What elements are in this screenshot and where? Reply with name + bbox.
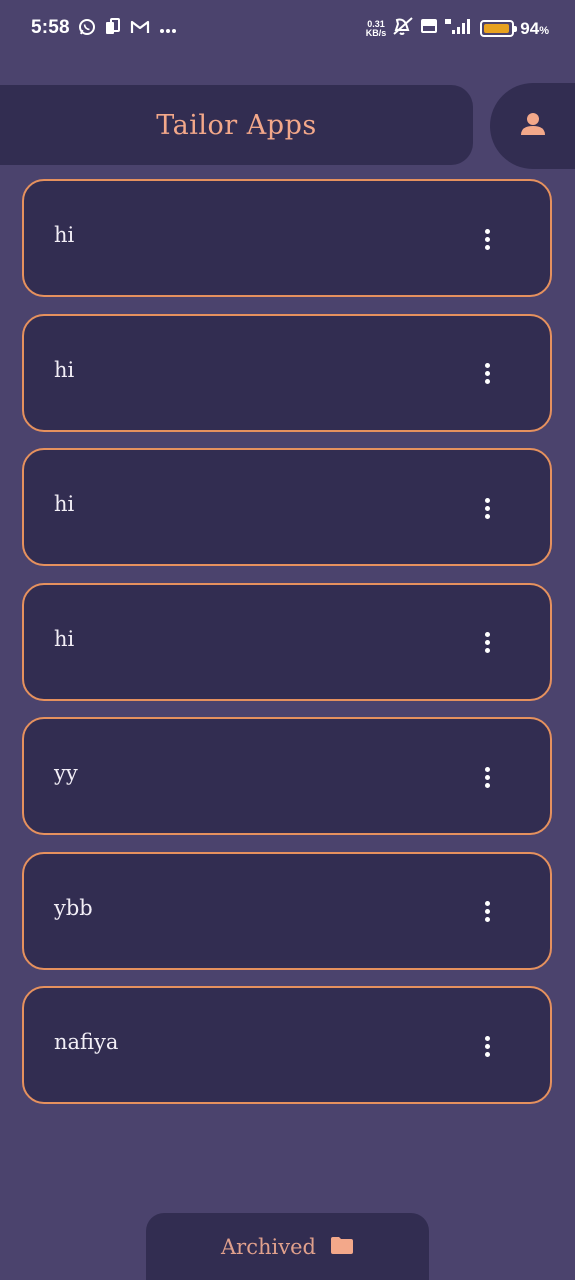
more-vertical-icon[interactable] — [476, 1030, 498, 1062]
more-vertical-icon[interactable] — [476, 627, 498, 659]
menu-dot — [484, 1051, 490, 1057]
menu-dot — [484, 632, 490, 637]
menu-dot — [484, 648, 490, 653]
status-bar: 5:58 0.31 KB/s 94% — [0, 0, 575, 58]
menu-dot — [484, 228, 490, 234]
list-item-label: nafiya — [54, 1030, 119, 1054]
battery-level-fill — [484, 24, 509, 33]
screen: 5:58 0.31 KB/s 94% Tailor Apps hi hi hi … — [0, 0, 575, 1280]
menu-dot — [484, 1043, 490, 1049]
sim-card-icon — [105, 18, 121, 41]
more-vertical-icon[interactable] — [476, 896, 498, 928]
battery-icon — [480, 20, 518, 37]
list-item[interactable]: hi — [22, 448, 552, 566]
net-speed: 0.31 KB/s — [365, 19, 387, 38]
status-time: 5:58 — [31, 17, 70, 38]
person-icon — [520, 111, 546, 141]
net-speed-unit: KB/s — [365, 27, 387, 38]
app-title: Tailor Apps — [156, 109, 317, 141]
more-vertical-icon[interactable] — [476, 492, 498, 524]
menu-dot — [484, 782, 490, 788]
list-item[interactable]: yy — [22, 717, 552, 835]
menu-dot — [484, 909, 490, 914]
list-item[interactable]: hi — [22, 313, 552, 432]
menu-dot — [484, 505, 490, 511]
app-header: Tailor Apps — [0, 85, 473, 165]
list-item[interactable]: hi — [22, 179, 552, 297]
profile-button[interactable] — [490, 83, 575, 169]
system-status: 0.31 KB/s 94% — [366, 16, 549, 41]
menu-dot — [484, 640, 490, 645]
list-item[interactable]: nafiya — [22, 986, 552, 1104]
menu-dot — [484, 1035, 490, 1041]
list-item-label: ybb — [54, 895, 93, 920]
menu-dot — [484, 371, 490, 376]
vibrate-off-icon — [392, 16, 414, 41]
menu-dot — [484, 513, 490, 519]
gmail-icon — [130, 19, 150, 40]
archived-button[interactable]: Archived — [146, 1213, 429, 1280]
list-item[interactable]: ybb — [22, 851, 552, 970]
signal-4g-icon — [444, 17, 474, 40]
menu-dot — [484, 766, 490, 772]
menu-dot — [484, 236, 490, 242]
more-vertical-icon[interactable] — [476, 358, 498, 390]
menu-dot — [484, 244, 490, 250]
archived-label: Archived — [221, 1234, 316, 1259]
whatsapp-icon — [78, 18, 96, 41]
list-item-label: hi — [54, 492, 75, 516]
notification-icons — [78, 18, 177, 41]
battery-percent-unit: % — [539, 24, 549, 37]
battery-percent: 94% — [520, 19, 549, 39]
list-item-label: yy — [54, 761, 78, 785]
list-item-label: hi — [54, 626, 75, 651]
menu-dot — [484, 917, 490, 922]
more-vertical-icon[interactable] — [476, 223, 498, 255]
folder-icon — [330, 1235, 354, 1259]
menu-dot — [484, 774, 490, 780]
menu-dot — [484, 363, 490, 368]
menu-dot — [484, 497, 490, 503]
list-item-label: hi — [54, 223, 75, 247]
volte-icon — [420, 18, 438, 39]
menu-dot — [484, 901, 490, 906]
battery-percent-value: 94 — [520, 18, 540, 38]
more-notifications-icon — [159, 21, 177, 39]
list-item[interactable]: hi — [22, 582, 552, 701]
menu-dot — [484, 379, 490, 384]
more-vertical-icon[interactable] — [476, 761, 498, 793]
list-item-label: hi — [54, 357, 75, 382]
